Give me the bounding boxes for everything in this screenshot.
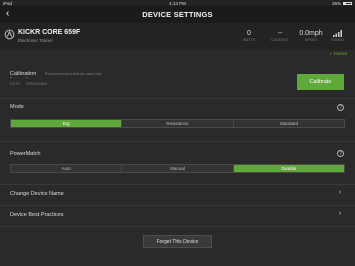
mode-segmented-control: Erg Resistance Standard xyxy=(10,119,345,128)
battery-icon xyxy=(343,1,352,5)
powermatch-option-auto[interactable]: Auto xyxy=(11,165,123,172)
spindown-label: SPINDOWN xyxy=(26,82,48,86)
paired-status: ✓ Paired xyxy=(328,51,347,56)
change-device-name-label: Change Device Name xyxy=(10,191,64,197)
cadence-label: CADENCE xyxy=(271,38,289,42)
calibration-date-label: DATE xyxy=(10,82,21,86)
device-header: KICKR CORE 659F Electronic Trainer 0 WAT… xyxy=(0,23,355,50)
device-best-practices-row[interactable]: Device Best Practices › xyxy=(0,206,355,225)
signal-bars-icon xyxy=(333,30,342,37)
speed-value: 0.0mph xyxy=(299,30,323,37)
device-type: Electronic Trainer xyxy=(18,38,54,43)
signal-label: SIGNAL xyxy=(331,38,345,42)
trainer-icon xyxy=(4,29,15,40)
divider xyxy=(0,141,355,142)
settings-content: ✓ Paired Calibration Recommended before … xyxy=(0,50,355,266)
chevron-right-icon: › xyxy=(339,189,342,196)
powermatch-option-disable[interactable]: Disable xyxy=(233,165,344,172)
device-name: KICKR CORE 659F xyxy=(18,29,81,36)
watts-label: WATTS xyxy=(242,38,256,42)
powermatch-label: PowerMatch xyxy=(10,151,41,157)
watts-value: 0 xyxy=(247,30,251,37)
mode-label: Mode xyxy=(10,104,24,110)
forget-device-button[interactable]: Forget This Device xyxy=(143,235,212,248)
page-title: DEVICE SETTINGS xyxy=(142,10,213,19)
help-icon[interactable]: ? xyxy=(337,150,344,157)
mode-option-standard[interactable]: Standard xyxy=(233,120,344,127)
spindown-value: - xyxy=(26,75,28,81)
powermatch-option-manual[interactable]: Manual xyxy=(122,165,234,172)
nav-bar: ‹ DEVICE SETTINGS xyxy=(0,6,355,23)
mode-option-resistance[interactable]: Resistance xyxy=(122,120,234,127)
divider xyxy=(0,226,355,227)
help-icon[interactable]: ? xyxy=(337,104,344,111)
mode-option-erg[interactable]: Erg xyxy=(11,120,123,127)
divider xyxy=(0,98,355,99)
calibration-title-group: Calibration Recommended before each ride xyxy=(10,62,102,80)
change-device-name-row[interactable]: Change Device Name › xyxy=(0,185,355,204)
calibrate-button[interactable]: Calibrate xyxy=(297,74,344,90)
powermatch-segmented-control: Auto Manual Disable xyxy=(10,164,345,173)
calibration-date-value: - xyxy=(10,75,12,81)
calibration-label: Calibration xyxy=(10,71,37,77)
calibration-hint: Recommended before each ride xyxy=(44,71,102,76)
cadence-value: -- xyxy=(277,30,283,37)
speed-label: SPEED xyxy=(304,38,318,42)
device-best-practices-label: Device Best Practices xyxy=(10,212,64,218)
chevron-right-icon: › xyxy=(339,210,342,217)
